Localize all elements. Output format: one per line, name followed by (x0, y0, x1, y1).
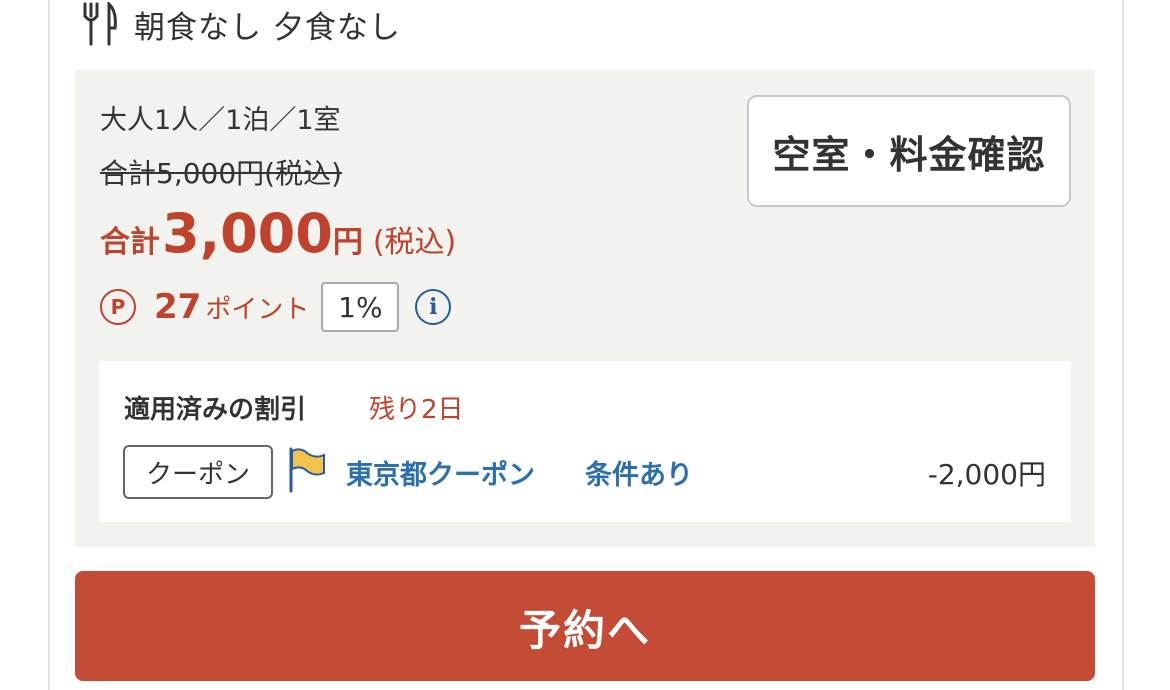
discount-remaining: 残り2日 (369, 395, 464, 425)
strikethrough-line (100, 172, 343, 174)
price-prefix: 合計 (100, 225, 160, 260)
points-value: 27 (154, 287, 202, 327)
applied-discount-panel: 適用済みの割引 残り2日 クーポン 東京都クーポン 条件あり -2,000円 (99, 361, 1071, 522)
coupon-name-link[interactable]: 東京都クーポン (346, 453, 535, 492)
points-unit: ポイント (205, 294, 310, 325)
discounted-price: 合計 3,000 円 (税込) (100, 202, 456, 272)
reserve-button[interactable]: 予約へ (75, 571, 1095, 681)
original-price: 合計5,000円(税込) (100, 152, 343, 192)
availability-button[interactable]: 空室・料金確認 (747, 95, 1071, 207)
points-row: P 27 ポイント 1% i (100, 280, 452, 334)
coupon-discount-amount: -2,000円 (927, 458, 1046, 491)
price-tax-note: (税込) (372, 225, 457, 260)
points-rate-badge: 1% (321, 282, 400, 332)
points-icon: P (100, 289, 136, 325)
coupon-conditions-link[interactable]: 条件あり (585, 453, 693, 492)
price-currency: 円 (332, 225, 363, 260)
flag-icon (287, 447, 327, 497)
discount-title: 適用済みの割引 (124, 395, 307, 425)
meals-label: 朝食なし 夕食なし (134, 9, 401, 46)
meals-info: 朝食なし 夕食なし (82, 2, 401, 46)
plan-price-panel: 大人1人／1泊／1室 合計5,000円(税込) 合計 3,000 円 (税込) … (75, 70, 1095, 547)
fork-knife-icon (82, 2, 118, 46)
price-amount: 3,000 (162, 202, 333, 265)
coupon-tag: クーポン (123, 445, 273, 499)
info-icon[interactable]: i (415, 289, 452, 325)
occupancy-text: 大人1人／1泊／1室 (100, 105, 341, 136)
